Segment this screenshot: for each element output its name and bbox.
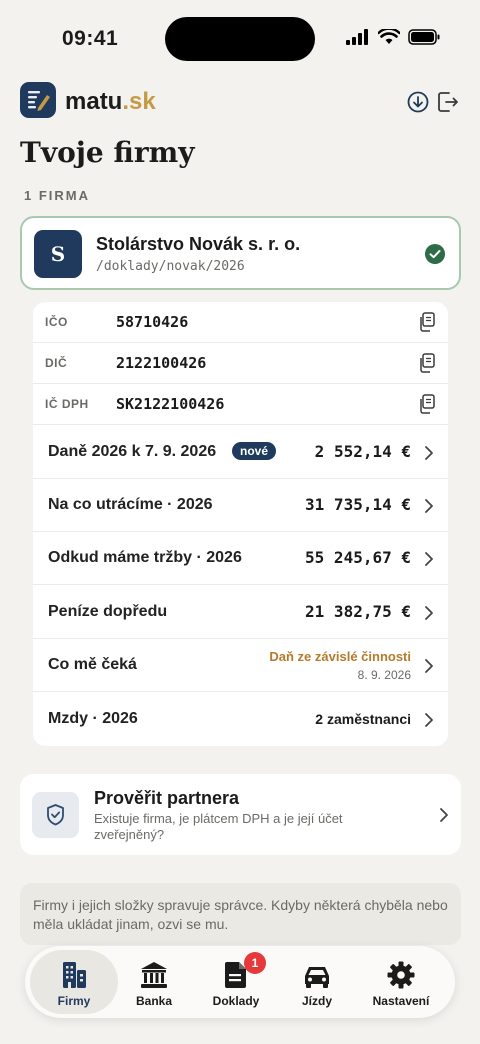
verify-partner-card[interactable]: Prověřit partnera Existuje firma, je plá… (20, 774, 461, 855)
taxes-row[interactable]: Daně 2026 k 7. 9. 2026 nové 2 552,14 € (33, 426, 448, 479)
upcoming-date: 8. 9. 2026 (357, 668, 411, 682)
cash-ahead-label: Peníze dopředu (48, 603, 168, 620)
ico-row: IČO 58710426 (33, 302, 448, 343)
download-button[interactable] (406, 90, 430, 114)
tab-doklady[interactable]: 1 Doklady (192, 950, 280, 1014)
logout-button[interactable] (436, 90, 460, 114)
chevron-right-icon (425, 713, 433, 727)
revenue-label: Odkud máme tržby · 2026 (48, 549, 242, 566)
tab-label: Doklady (212, 994, 260, 1008)
brand-tld: .sk (122, 88, 156, 115)
taxes-label: Daně 2026 k 7. 9. 2026 (48, 443, 217, 460)
partner-description: Existuje firma, je plátcem DPH a je její… (94, 811, 343, 842)
page-title: Tvoje firmy (20, 136, 195, 169)
upcoming-row[interactable]: Co mě čeká Daň ze závislé činnosti 8. 9.… (33, 639, 448, 692)
new-badge: nové (232, 442, 277, 460)
company-avatar: S (34, 230, 82, 278)
payroll-row[interactable]: Mzdy · 2026 2 zaměstnanci (33, 693, 448, 746)
notepad-pencil-icon (28, 91, 50, 111)
upcoming-title: Daň ze závislé činnosti (269, 649, 411, 664)
upcoming-label: Co mě čeká (48, 656, 137, 673)
cash-ahead-row[interactable]: Peníze dopředu 21 382,75 € (33, 586, 448, 639)
gear-icon (387, 961, 415, 989)
shield-check-badge (32, 792, 79, 838)
ico-value: 58710426 (116, 313, 189, 331)
spending-amount: 31 735,14 € (305, 495, 411, 514)
revenue-amount: 55 245,67 € (305, 548, 411, 567)
brand-main: matu (65, 88, 123, 115)
logout-icon (438, 92, 458, 112)
building-icon (63, 962, 86, 988)
brand-name: matu.sk (65, 88, 156, 116)
copy-icon[interactable] (418, 353, 436, 373)
chevron-right-icon (440, 808, 448, 822)
wifi-icon (378, 29, 400, 44)
download-icon (407, 91, 429, 113)
company-folder-path: /doklady/novak/2026 (96, 259, 245, 274)
car-icon (305, 967, 329, 988)
tab-label: Banka (135, 994, 173, 1008)
tab-label: Jízdy (301, 994, 332, 1008)
ico-label: IČO (45, 315, 68, 329)
tab-nastaveni[interactable]: Nastavení (357, 950, 445, 1014)
taxes-amount: 2 552,14 € (314, 442, 411, 461)
payroll-label: Mzdy · 2026 (48, 710, 138, 727)
company-name: Stolárstvo Novák s. r. o. (96, 234, 301, 254)
tab-banka[interactable]: Banka (110, 950, 198, 1014)
tab-firmy[interactable]: Firmy (30, 950, 118, 1014)
bottom-tab-bar: Firmy Banka 1 Doklady Jízdy Nastavení (25, 946, 455, 1018)
chevron-right-icon (425, 606, 433, 620)
company-card[interactable]: S Stolárstvo Novák s. r. o. /doklady/nov… (20, 216, 461, 290)
tab-label: Firmy (57, 994, 91, 1008)
company-details: IČO 58710426 DIČ 2122100426 IČ DPH SK212… (33, 302, 448, 746)
chevron-right-icon (425, 499, 433, 513)
cash-ahead-amount: 21 382,75 € (305, 602, 411, 621)
ic-dph-row: IČ DPH SK2122100426 (33, 384, 448, 425)
partner-title: Prověřit partnera (94, 788, 240, 808)
shield-check-icon (47, 804, 64, 826)
revenue-row[interactable]: Odkud máme tržby · 2026 55 245,67 € (33, 532, 448, 585)
status-time: 09:41 (62, 27, 119, 50)
dynamic-island (165, 17, 315, 61)
tab-label: Nastavení (372, 994, 430, 1008)
section-label: 1 FIRMA (24, 188, 90, 203)
battery-icon (408, 29, 440, 45)
spending-row[interactable]: Na co utrácíme · 2026 31 735,14 € (33, 479, 448, 532)
chevron-right-icon (425, 552, 433, 566)
app-header: matu.sk (20, 82, 460, 122)
bank-icon (141, 962, 167, 988)
copy-icon[interactable] (418, 312, 436, 332)
notification-badge: 1 (244, 952, 266, 974)
ic-dph-label: IČ DPH (45, 397, 89, 411)
tab-jizdy[interactable]: Jízdy (273, 950, 361, 1014)
check-circle-icon (425, 244, 445, 264)
admin-note-text: Firmy i jejich složky spravuje správce. … (33, 897, 448, 932)
copy-icon[interactable] (418, 394, 436, 414)
ic-dph-value: SK2122100426 (116, 395, 225, 413)
chevron-right-icon (425, 446, 433, 460)
app-logo (20, 82, 56, 118)
signal-icon (346, 29, 368, 45)
status-icons (346, 29, 440, 45)
dic-label: DIČ (45, 356, 68, 370)
status-bar: 09:41 (0, 0, 480, 80)
admin-note: Firmy i jejich složky spravuje správce. … (20, 883, 461, 945)
payroll-value: 2 zaměstnanci (315, 711, 411, 727)
chevron-right-icon (425, 659, 433, 673)
dic-row: DIČ 2122100426 (33, 343, 448, 384)
spending-label: Na co utrácíme · 2026 (48, 496, 213, 513)
dic-value: 2122100426 (116, 354, 207, 372)
